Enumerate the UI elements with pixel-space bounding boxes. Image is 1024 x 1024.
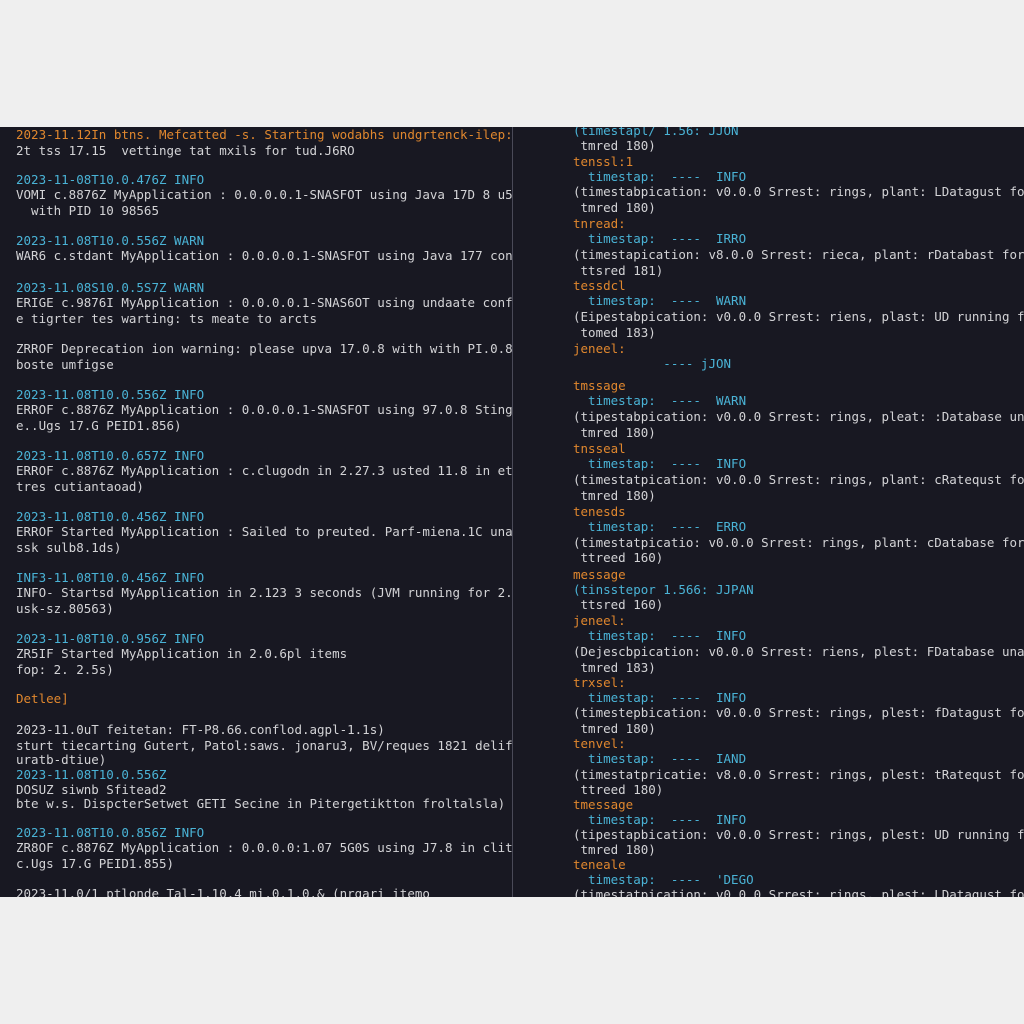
log-line: tmred 180) [573,200,656,215]
log-line: timestap: ---- WARN [573,293,747,308]
log-line: timestap: ---- IRRO [573,231,747,246]
log-line: fop: 2. 2.5s) [16,662,114,677]
log-line: ZR5IF Started MyApplication in 2.0.6pl i… [16,646,348,661]
log-line: usk-sz.80563) [16,601,114,616]
log-line: teneale [573,857,626,872]
terminal-window: 2023-11.12In btns. Mefcatted -s. Startin… [0,127,1024,897]
log-line: tnsseal [573,441,626,456]
log-line: tmessage [573,797,634,812]
log-line: timestap: ---- ERRO [573,519,747,534]
log-line: trxsel: [573,675,626,690]
log-line: ttreed 160) [573,550,664,565]
log-line: 2023-11.12In btns. Mefcatted -s. Startin… [16,127,512,142]
log-line: timestap: ---- INFO [573,456,747,471]
log-line: ttreed 180) [573,782,664,797]
log-line: timestap: ---- INFO [573,690,747,705]
log-line: INFO- Startsd MyApplication in 2.123 3 s… [16,585,512,600]
log-line: (timestepbication: v0.0.0 Srrest: rings,… [573,705,1024,720]
log-line: VOMI c.8876Z MyApplication : 0.0.0.0.1-S… [16,187,512,202]
log-line: ERROF Started MyApplication : Sailed to … [16,524,512,539]
log-line: 2023-11-08T10.0.956Z INFO [16,631,205,646]
log-line: (Eipestabpication: v0.0.0 Srrest: riens,… [573,309,1024,324]
log-pane-right[interactable]: (timestapl/ 1.56: JJON tmred 180) tenssl:… [513,127,1024,897]
log-line: ttsred 181) [573,263,664,278]
log-line: tmred 183) [573,660,656,675]
log-line: uratb-dtiue) [16,752,107,767]
log-line: message [573,567,626,582]
log-line: 2023-11-08T10.0.476Z INFO [16,172,205,187]
log-line: timestap: ---- INFO [573,628,747,643]
log-line: 2023-11.08T10.0.556Z WARN [16,233,205,248]
log-line: INF3-11.08T10.0.456Z INFO [16,570,205,585]
log-line: (tipestapbication: v0.0.0 Srrest: rings,… [573,827,1024,842]
log-line: (timestapication: v8.0.0 Srrest: rieca, … [573,247,1024,262]
log-line: 2023-11.0/1 ptlonde Tal-1.10.4 mi.0.1.0.… [16,886,430,897]
log-line: timestap: ---- INFO [573,812,747,827]
log-line: 2023-11.0uT feitetan: FT-P8.66.conflod.a… [16,722,385,737]
log-line: tmred 180) [573,842,656,857]
log-line: (tipestabpication: v0.0.0 Srrest: rings,… [573,409,1024,424]
log-line: boste umfigse [16,357,114,372]
log-line: e tigrter tes warting: ts meate to arcts [16,311,318,326]
log-line: ERIGE c.9876I MyApplication : 0.0.0.0.1-… [16,295,512,310]
log-line: 2023-11.08T10.0.556Z INFO [16,387,205,402]
log-line: (timestatpricatie: v8.0.0 Srrest: rings,… [573,767,1024,782]
log-line: timestap: ---- 'DEGO [573,872,754,887]
log-line: ---- jJON [573,356,732,371]
log-line: tessdcl [573,278,626,293]
log-line: (timestatpicatio: v0.0.0 Srrest: rings, … [573,535,1024,550]
log-line: 2023-11.08T10.0.856Z INFO [16,825,205,840]
log-pane-left[interactable]: 2023-11.12In btns. Mefcatted -s. Startin… [0,127,512,897]
log-line: 2023-11.08T10.0.657Z INFO [16,448,205,463]
log-line: tmred 180) [573,488,656,503]
log-line: tmred 180) [573,425,656,440]
log-line: (timestatpication: v0.0.0 Srrest: rings,… [573,472,1024,487]
log-line: tenesds [573,504,626,519]
log-line: (Dejescbpication: v0.0.0 Srrest: riens, … [573,644,1024,659]
log-line: tmred 180) [573,138,656,153]
log-line: ERROF c.8876Z MyApplication : 0.0.0.0.1-… [16,402,512,417]
log-line: tenvel: [573,736,626,751]
log-line: jeneel: [573,613,626,628]
log-line: tres cutiantaoad) [16,479,144,494]
log-line: 2023-11.08S10.0.5S7Z WARN [16,280,205,295]
log-line: tenssl:1 [573,154,634,169]
log-line: c.Ugs 17.G PEID1.855) [16,856,175,871]
log-line: 2023-11.08T10.0.456Z INFO [16,509,205,524]
log-line: ssk sulb8.1ds) [16,540,122,555]
log-line: 2023-11.08T10.0.556Z [16,767,167,782]
log-line: (timestabpication: v0.0.0 Srrest: rings,… [573,184,1024,199]
log-line: 2t tss 17.15 vettinge tat mxils for tud.… [16,143,355,158]
log-line: ZRROF Deprecation ion warning: please up… [16,341,512,356]
log-line: timestap: ---- WARN [573,393,747,408]
log-line: WAR6 c.stdant MyApplication : 0.0.0.0.1-… [16,248,512,263]
log-line: tmssage [573,378,626,393]
log-line: tomed 183) [573,325,656,340]
log-line: timestap: ---- INFO [573,169,747,184]
log-line: ttsred 160) [573,597,664,612]
log-line: tmred 180) [573,721,656,736]
log-line: (timestatpication: v0.0.0 Srrest: rings,… [573,887,1024,897]
log-line: e..Ugs 17.G PEID1.856) [16,418,182,433]
log-line: (tinsstepor 1.566: JJPAN [573,582,754,597]
log-line: with PID 10 98565 [16,203,159,218]
log-line: timestap: ---- IAND [573,751,747,766]
log-line: tnread: [573,216,626,231]
log-line: jeneel: [573,341,626,356]
log-line: bte w.s. DispcterSetwet GETI Secine in P… [16,796,506,811]
log-line: ZR8OF c.8876Z MyApplication : 0.0.0.0:1.… [16,840,512,855]
log-line: Detlee] [16,691,69,706]
log-line: ERROF c.8876Z MyApplication : c.clugodn … [16,463,512,478]
